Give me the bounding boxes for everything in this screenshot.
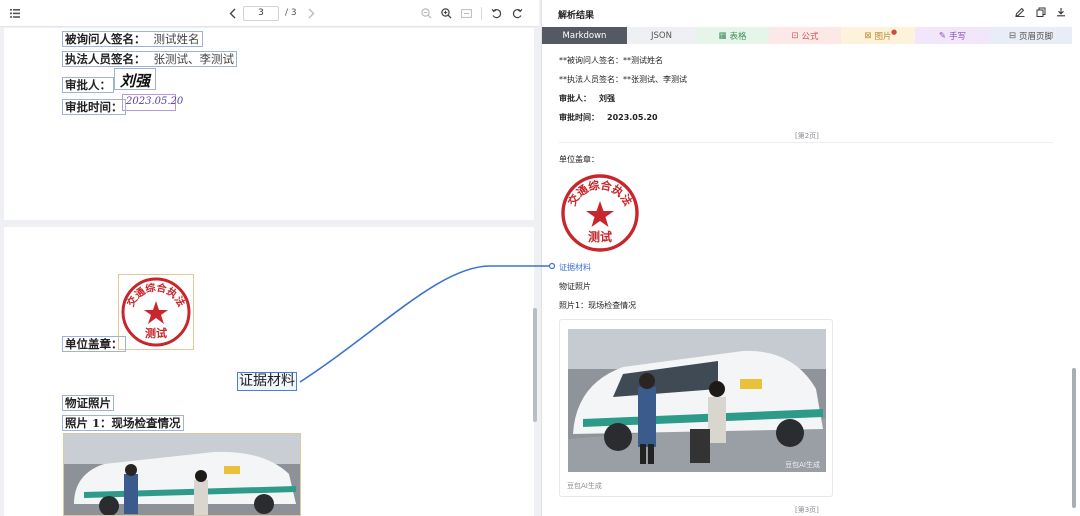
viewer-toolbar: 3 / 3 bbox=[0, 0, 539, 27]
evidence-photo-region[interactable] bbox=[63, 433, 301, 516]
tab-handwriting[interactable]: ✎ 手写 bbox=[915, 27, 990, 44]
photo-watermark: 豆包AI生成 bbox=[785, 460, 820, 469]
approve-time-handwriting-box[interactable]: 2023.05.20 bbox=[122, 94, 183, 111]
tab-formula-label: 公式 bbox=[801, 31, 819, 42]
panel-title: 解析结果 bbox=[558, 11, 595, 21]
zoom-out-icon[interactable] bbox=[420, 5, 432, 21]
tab-image[interactable]: ⊠ 图片 ● bbox=[841, 27, 915, 44]
evidence-heading-highlight[interactable]: 证据材料 bbox=[237, 372, 297, 391]
tab-markdown[interactable]: Markdown bbox=[542, 27, 627, 44]
tab-json[interactable]: JSON bbox=[627, 27, 696, 44]
md-approver-line: 审批人： 刘强 bbox=[559, 93, 615, 104]
edit-icon[interactable] bbox=[1015, 7, 1025, 20]
md-photo1-caption: 照片1：现场检查情况 bbox=[559, 301, 637, 310]
approver-label-line[interactable]: 审批人： bbox=[62, 77, 114, 93]
page-marker-2: [第2页] bbox=[795, 132, 819, 140]
document-viewer: 3 / 3 被询问人签名： 测试姓名 执法人员签名： 张测试、李测试 审批人： … bbox=[0, 0, 539, 516]
viewer-scrollbar[interactable] bbox=[533, 308, 537, 422]
parsed-photo-card[interactable]: 豆包AI生成 豆包AI生成 bbox=[559, 319, 833, 497]
rotate-right-icon[interactable] bbox=[511, 5, 523, 21]
interviewee-value: 测试姓名 bbox=[153, 32, 200, 46]
document-page-3: 交通综合执法 测试 单位盖章： 证据材料 物证照片 照片 1：现场检查情况 bbox=[4, 227, 534, 516]
tab-formula[interactable]: ⊡ 公式 bbox=[769, 27, 841, 44]
md-approve-time-label: 审批时间： bbox=[559, 113, 599, 122]
seal-label: 单位盖章： bbox=[65, 337, 123, 351]
approver-signature: 刘强 bbox=[120, 72, 151, 90]
seal-region-box[interactable]: 交通综合执法 测试 bbox=[118, 274, 194, 350]
formula-icon: ⊡ bbox=[791, 30, 799, 41]
md-interviewee-line: **被询问人签名：**测试姓名 bbox=[559, 56, 663, 65]
officers-signature-line[interactable]: 执法人员签名： 张测试、李测试 bbox=[62, 51, 237, 67]
outline-list-icon[interactable] bbox=[9, 5, 21, 21]
tab-image-label: 图片 bbox=[874, 31, 892, 42]
copy-icon[interactable] bbox=[1036, 7, 1046, 20]
approver-handwriting-box[interactable]: 刘强 bbox=[114, 68, 156, 90]
new-badge-dot: ● bbox=[891, 28, 898, 36]
photo1-caption-line[interactable]: 照片 1：现场检查情况 bbox=[62, 415, 184, 431]
page-marker-3: [第3页] bbox=[795, 506, 819, 514]
result-tabs: Markdown JSON ▦ 表格 ⊡ 公式 ⊠ 图片 ● ✎ 手写 ⊟ 页眉… bbox=[542, 27, 1072, 44]
officers-value: 张测试、李测试 bbox=[153, 52, 235, 66]
tab-handwriting-label: 手写 bbox=[949, 31, 967, 42]
approve-time-signature: 2023.05.20 bbox=[126, 96, 184, 107]
page-number-input[interactable]: 3 bbox=[243, 6, 279, 21]
approver-label: 审批人： bbox=[65, 78, 111, 92]
evidence-anchor-link[interactable]: 证据材料 bbox=[559, 262, 591, 273]
md-officers-line: **执法人员签名：**张测试、李测试 bbox=[559, 75, 687, 84]
md-approve-time-line: 审批时间： 2023.05.20 bbox=[559, 112, 658, 123]
md-physical-evidence: 物证照片 bbox=[559, 282, 591, 291]
zoom-in-icon[interactable] bbox=[440, 5, 452, 21]
image-icon: ⊠ bbox=[864, 30, 872, 41]
tab-header-footer-label: 页眉页脚 bbox=[1019, 31, 1054, 42]
table-icon: ▦ bbox=[718, 30, 727, 41]
prev-page-icon[interactable] bbox=[226, 5, 238, 21]
parse-result-panel: 解析结果 Markdown JSON ▦ 表格 ⊡ 公式 ⊠ 图片 ● ✎ 手写… bbox=[541, 0, 1080, 516]
md-approver-value: 刘强 bbox=[599, 94, 615, 103]
physical-evidence-label: 物证照片 bbox=[65, 396, 111, 410]
approve-time-label-line[interactable]: 审批时间： bbox=[62, 99, 126, 115]
page-total: / 3 bbox=[285, 8, 297, 18]
handwriting-icon: ✎ bbox=[938, 30, 947, 41]
md-seal-image[interactable]: 交通综合执法 测试 bbox=[559, 172, 641, 254]
tab-markdown-label: Markdown bbox=[562, 30, 607, 41]
physical-evidence-line[interactable]: 物证照片 bbox=[62, 395, 114, 411]
tab-table[interactable]: ▦ 表格 bbox=[696, 27, 769, 44]
svg-text:测试: 测试 bbox=[145, 326, 167, 340]
toolbar-divider bbox=[481, 7, 482, 20]
tab-json-label: JSON bbox=[651, 30, 672, 41]
tab-header-footer[interactable]: ⊟ 页眉页脚 bbox=[990, 27, 1072, 44]
markdown-content: **被询问人签名：**测试姓名 **执法人员签名：**张测试、李测试 审批人： 刘… bbox=[542, 44, 1072, 516]
header-footer-icon: ⊟ bbox=[1008, 30, 1017, 41]
interviewee-label: 被询问人签名： bbox=[65, 32, 146, 46]
taxi-photo-thumbnail bbox=[64, 434, 300, 515]
parsed-seal-icon: 交通综合执法 测试 bbox=[561, 174, 639, 252]
ai-generated-note: 豆包AI生成 bbox=[567, 482, 602, 490]
interviewee-signature-line[interactable]: 被询问人签名： 测试姓名 bbox=[62, 31, 203, 47]
photo1-caption: 照片 1：现场检查情况 bbox=[65, 416, 181, 430]
app-root: 3 / 3 被询问人签名： 测试姓名 执法人员签名： 张测试、李测试 审批人： … bbox=[0, 0, 1080, 516]
md-approver-label: 审批人： bbox=[559, 94, 591, 103]
officers-label: 执法人员签名： bbox=[65, 52, 146, 66]
official-seal-icon: 交通综合执法 测试 bbox=[121, 277, 191, 347]
md-seal-label: 单位盖章： bbox=[559, 155, 599, 164]
rotate-left-icon[interactable] bbox=[490, 5, 502, 21]
page-divider bbox=[559, 142, 1053, 143]
svg-text:测试: 测试 bbox=[588, 229, 612, 244]
approve-time-label: 审批时间： bbox=[65, 100, 123, 114]
panel-header: 解析结果 bbox=[542, 0, 1080, 27]
parsed-taxi-photo: 豆包AI生成 bbox=[568, 329, 826, 472]
download-icon[interactable] bbox=[1056, 7, 1066, 20]
seal-label-line[interactable]: 单位盖章： bbox=[62, 336, 126, 352]
md-approve-time-value: 2023.05.20 bbox=[607, 113, 658, 122]
document-page-2: 被询问人签名： 测试姓名 执法人员签名： 张测试、李测试 审批人： 刘强 审批时间：… bbox=[4, 28, 534, 220]
tab-table-label: 表格 bbox=[729, 31, 747, 42]
next-page-icon[interactable] bbox=[305, 5, 317, 21]
fit-page-icon[interactable] bbox=[460, 5, 472, 21]
result-scrollbar[interactable] bbox=[1072, 368, 1076, 508]
